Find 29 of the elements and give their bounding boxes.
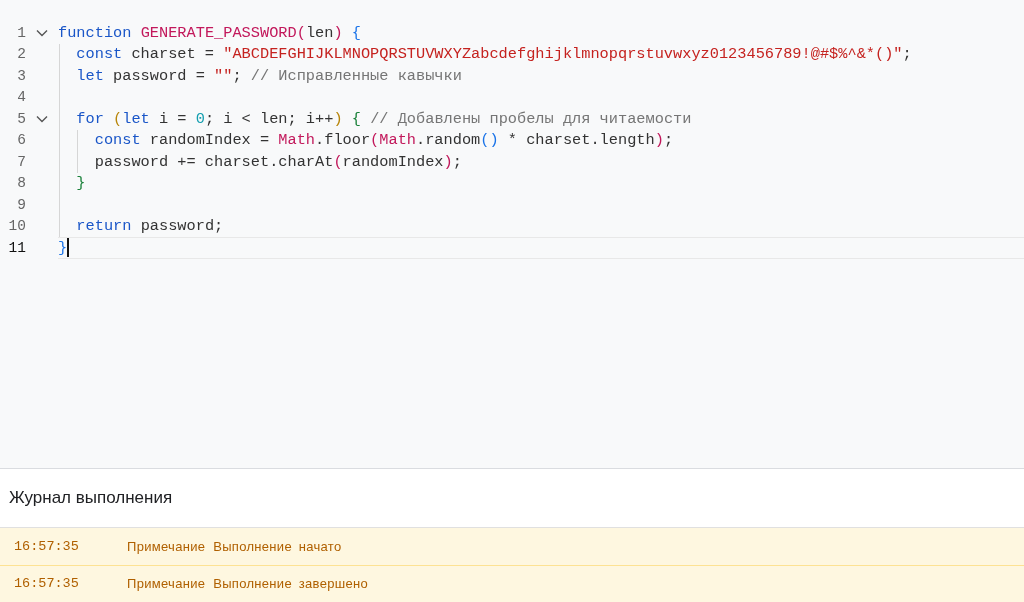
- line-number: 1: [16, 24, 26, 41]
- code-line: password += charset.charAt(randomIndex);: [93, 152, 462, 171]
- line-number: 3: [16, 67, 26, 84]
- code-line: return password;: [75, 217, 224, 236]
- line-number: 4: [16, 89, 26, 106]
- line-number: 10: [7, 218, 26, 235]
- log-type: Примечание: [127, 576, 206, 592]
- line-number: 8: [16, 175, 26, 192]
- code-line: function GENERATE_PASSWORD(len) {: [58, 23, 361, 42]
- log-type: Примечание: [127, 538, 206, 554]
- code-line: const randomIndex = Math.floor(Math.random() * charset.length);: [93, 131, 674, 150]
- line-number: 7: [16, 153, 26, 170]
- log-time: 16:57:35: [13, 576, 80, 592]
- chevron-down-icon[interactable]: [36, 114, 48, 123]
- code-line: for (let i = 0; i < len; i++) { // Добавлены пробелы для читаемости: [75, 109, 692, 128]
- code-line: }: [75, 174, 86, 193]
- log-message: Выполнение завершено: [213, 576, 368, 592]
- line-number: 11: [7, 239, 26, 256]
- code-line: }: [58, 238, 68, 257]
- line-number: 5: [16, 110, 26, 127]
- log-message: Выполнение начато: [213, 538, 342, 554]
- line-number: 9: [16, 196, 26, 213]
- code-line: const charset = "ABCDEFGHIJKLMNOPQRSTUVWXYZabcdefghijklmnopqrstuvwxyz0123456789!@#$%^&*()";: [75, 45, 912, 64]
- log-time: 16:57:35: [13, 538, 80, 554]
- code-line: let password = ""; // Исправленные кавычки: [75, 66, 462, 85]
- chevron-down-icon[interactable]: [36, 28, 48, 37]
- text-cursor: [67, 238, 70, 258]
- line-number: 6: [16, 132, 26, 149]
- line-number: 2: [16, 46, 26, 63]
